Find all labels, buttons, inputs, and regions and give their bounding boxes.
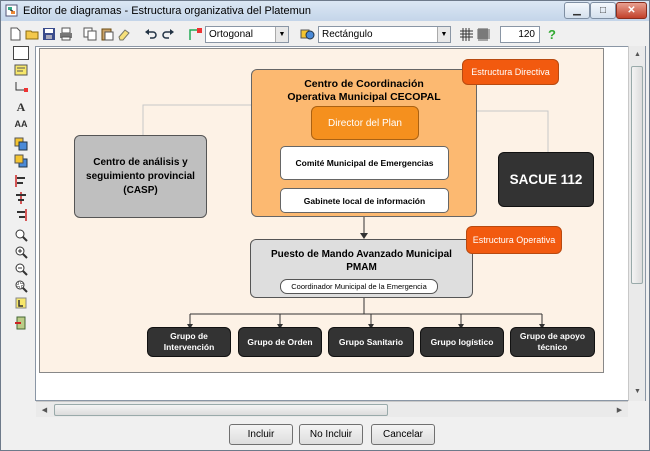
chevron-down-icon: ▼	[437, 27, 450, 42]
group-label: Grupo Sanitario	[338, 337, 404, 347]
redo-icon[interactable]	[160, 26, 176, 42]
badge-directiva-label: Estructura Directiva	[471, 67, 550, 77]
coordinador-label: Coordinador Municipal de la Emergencia	[291, 282, 427, 291]
copy-icon[interactable]	[82, 26, 98, 42]
group-label: Grupo de apoyo técnico	[519, 331, 586, 352]
incluir-label: Incluir	[247, 429, 275, 440]
vertical-scroll-thumb[interactable]	[631, 66, 643, 284]
incluir-button[interactable]: Incluir	[229, 424, 293, 445]
scroll-up-icon[interactable]: ▲	[630, 47, 645, 62]
highlight-tool-icon[interactable]	[13, 296, 29, 310]
shape-type-value: Rectángulo	[322, 29, 373, 40]
shape-type-icon[interactable]	[299, 26, 315, 42]
align-right-icon[interactable]	[13, 208, 29, 222]
group-box-intervencion[interactable]: Grupo de Intervención	[147, 327, 231, 357]
zoom-input[interactable]: 120	[500, 26, 540, 43]
no-incluir-label: No Incluir	[309, 429, 353, 440]
scroll-left-icon[interactable]: ◀	[37, 402, 52, 417]
new-file-icon[interactable]	[7, 26, 23, 42]
zoom-out-icon[interactable]	[13, 262, 29, 276]
comite-label: Comité Municipal de Emergencias	[295, 158, 434, 168]
group-label: Grupo de Orden	[247, 337, 313, 347]
no-incluir-button[interactable]: No Incluir	[299, 424, 363, 445]
note-tool-icon[interactable]	[13, 63, 29, 77]
group-box-sanitario[interactable]: Grupo Sanitario	[328, 327, 414, 357]
pmam-title: Puesto de Mando Avanzado Municipal PMAM	[271, 249, 452, 273]
send-back-icon[interactable]	[13, 154, 29, 168]
paste-icon[interactable]	[99, 26, 115, 42]
sacue-label: SACUE 112	[509, 172, 583, 187]
maximize-button[interactable]: □	[590, 2, 616, 19]
badge-estructura-directiva: Estructura Directiva	[462, 59, 559, 85]
group-box-orden[interactable]: Grupo de Orden	[238, 327, 322, 357]
eraser-icon[interactable]	[116, 26, 132, 42]
coordinador-box[interactable]: Coordinador Municipal de la Emergencia	[280, 279, 438, 294]
group-label: Grupo logístico	[430, 337, 494, 347]
casp-label: Centro de análisis y seguimiento provinc…	[86, 156, 195, 196]
undo-icon[interactable]	[143, 26, 159, 42]
group-label: Grupo de Intervención	[163, 331, 215, 352]
horizontal-scrollbar[interactable]: ◀ ▶	[36, 401, 628, 417]
horizontal-scroll-thumb[interactable]	[54, 404, 388, 416]
comite-box[interactable]: Comité Municipal de Emergencias	[280, 146, 449, 180]
zoom-area-icon[interactable]	[13, 279, 29, 293]
zoom-in-icon[interactable]	[13, 245, 29, 259]
select-tool-icon[interactable]	[13, 46, 29, 60]
chevron-down-icon: ▼	[275, 27, 288, 42]
close-icon: ✕	[627, 5, 636, 16]
cancelar-label: Cancelar	[382, 429, 424, 440]
close-button[interactable]: ✕	[616, 2, 647, 19]
cancelar-button[interactable]: Cancelar	[371, 424, 435, 445]
shape-type-select[interactable]: Rectángulo ▼	[318, 26, 451, 43]
connector-style-value: Ortogonal	[209, 29, 253, 40]
connector-style-select[interactable]: Ortogonal ▼	[205, 26, 289, 43]
title-bar: Editor de diagramas - Estructura organiz…	[1, 1, 649, 21]
group-box-apoyo-tecnico[interactable]: Grupo de apoyo técnico	[510, 327, 595, 357]
cecopal-title: Centro de Coordinación Operativa Municip…	[287, 78, 441, 103]
connector-tool-icon[interactable]	[13, 80, 29, 94]
save-icon[interactable]	[41, 26, 57, 42]
minimize-button[interactable]: ▁	[564, 2, 590, 19]
gabinete-label: Gabinete local de información	[303, 195, 426, 206]
org-diagram[interactable]: Centro de Coordinación Operativa Municip…	[39, 48, 604, 373]
editor-window: Editor de diagramas - Estructura organiz…	[0, 0, 650, 451]
font-size-icon[interactable]: AA	[13, 117, 29, 131]
sacue-box[interactable]: SACUE 112	[498, 152, 594, 207]
badge-operativa-label: Estructura Operativa	[472, 235, 556, 245]
window-title: Editor de diagramas - Estructura organiz…	[23, 5, 311, 17]
gabinete-box[interactable]: Gabinete local de información	[280, 188, 449, 213]
open-folder-icon[interactable]	[24, 26, 40, 42]
director-box[interactable]: Director del Plan	[311, 106, 419, 140]
scroll-down-icon[interactable]: ▼	[630, 384, 645, 399]
fine-grid-icon[interactable]	[475, 26, 491, 42]
exit-icon[interactable]	[13, 316, 29, 330]
zoom-fit-icon[interactable]	[13, 228, 29, 242]
badge-estructura-operativa: Estructura Operativa	[466, 226, 562, 254]
maximize-icon: □	[599, 5, 607, 16]
scroll-right-icon[interactable]: ▶	[612, 402, 627, 417]
group-box-logistico[interactable]: Grupo logístico	[420, 327, 504, 357]
print-icon[interactable]	[58, 26, 74, 42]
app-icon	[5, 4, 18, 17]
minimize-icon: ▁	[573, 5, 581, 16]
align-center-icon[interactable]	[13, 191, 29, 205]
connector-style-icon[interactable]	[187, 26, 203, 42]
bring-front-icon[interactable]	[13, 137, 29, 151]
director-label: Director del Plan	[328, 117, 402, 129]
help-icon[interactable]: ?	[544, 26, 560, 42]
text-tool-icon[interactable]: A	[13, 100, 29, 114]
align-left-icon[interactable]	[13, 174, 29, 188]
toolbar: Ortogonal ▼ Rectángulo ▼ 120 ?	[7, 25, 647, 43]
vertical-scrollbar[interactable]: ▲ ▼	[628, 46, 645, 401]
casp-box[interactable]: Centro de análisis y seguimiento provinc…	[74, 135, 207, 218]
grid-icon[interactable]	[458, 26, 474, 42]
